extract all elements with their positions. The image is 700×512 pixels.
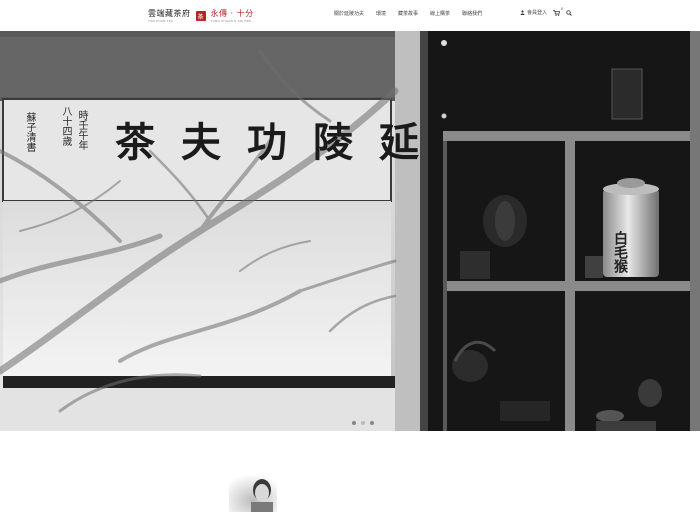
- inscription-col-3: 蘇子清書: [24, 112, 35, 152]
- calligraphy-scroll: 茶 夫 功 陵 延 時壬午年 八十四歲 蘇子清書: [20, 104, 419, 199]
- logo-primary-subtext: YUN DUAN TEA: [148, 19, 174, 23]
- header-actions: 會員登入 0: [520, 6, 572, 16]
- nav-item-environment[interactable]: 環境: [376, 10, 386, 17]
- site-header: 雲端藏茶府 YUN DUAN TEA 茶 永傳 · 十分 YONG CHUAN …: [0, 0, 700, 31]
- logo-primary-text: 雲端藏茶府: [148, 9, 191, 18]
- scroll-char-1: 茶: [115, 119, 155, 166]
- slide-dot-1[interactable]: [352, 421, 356, 425]
- logo-secondary-text: 永傳 · 十分: [210, 9, 254, 18]
- nav-item-contact[interactable]: 聯絡我們: [462, 10, 482, 17]
- search-icon[interactable]: [566, 9, 572, 16]
- main-nav: 關於延陵功夫 環境 藏茶故事 線上購茶 聯絡我們: [334, 10, 482, 17]
- hero-slideshow[interactable]: 茶 夫 功 陵 延 時壬午年 八十四歲 蘇子清書 白毛猴: [0, 31, 700, 431]
- nav-item-story[interactable]: 藏茶故事: [398, 10, 418, 17]
- intro-section: [0, 431, 700, 512]
- nav-item-shop[interactable]: 線上購茶: [430, 10, 450, 17]
- slide-indicators: [352, 421, 374, 425]
- inscription-col-1: 時壬午年: [76, 110, 87, 150]
- scroll-char-5: 延: [379, 119, 419, 166]
- logo-secondary-block: 永傳 · 十分 YONG CHUAN & SHI FEN: [211, 9, 254, 23]
- member-login-link[interactable]: 會員登入: [520, 9, 547, 16]
- founder-portrait: [229, 474, 277, 512]
- nav-item-about[interactable]: 關於延陵功夫: [334, 10, 364, 17]
- cart-count-badge: 0: [560, 6, 564, 11]
- tea-tin-label: 白毛猴: [612, 231, 628, 273]
- slide-dot-2[interactable]: [361, 421, 365, 425]
- hero-photo: [0, 31, 700, 431]
- scroll-char-3: 功: [247, 119, 287, 166]
- cart-button[interactable]: 0: [553, 6, 564, 16]
- logo-secondary-subtext: YONG CHUAN & SHI FEN: [210, 19, 252, 23]
- logo-seal: 茶: [195, 11, 206, 21]
- slide-dot-3[interactable]: [370, 421, 374, 425]
- cart-icon: [553, 9, 560, 16]
- inscription-col-2: 八十四歲: [60, 106, 71, 146]
- scroll-title: 茶 夫 功 陵 延: [115, 110, 419, 168]
- scroll-char-2: 夫: [181, 119, 221, 166]
- user-icon: [520, 10, 525, 15]
- scroll-char-4: 陵: [313, 119, 353, 166]
- member-login-label: 會員登入: [527, 10, 548, 16]
- brand-logo[interactable]: 雲端藏茶府 YUN DUAN TEA 茶 永傳 · 十分 YONG CHUAN …: [148, 6, 254, 26]
- logo-primary-block: 雲端藏茶府 YUN DUAN TEA: [148, 9, 191, 23]
